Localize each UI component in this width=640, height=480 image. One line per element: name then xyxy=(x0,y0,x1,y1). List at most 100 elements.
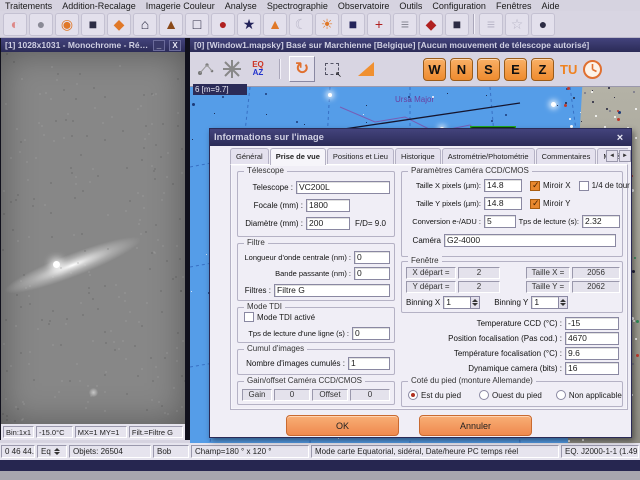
menu-fenetres[interactable]: Fenêtres xyxy=(491,1,537,11)
camera-input[interactable]: G2-4000 xyxy=(444,234,616,247)
main-statusbar: 0 46 44.72" Eq Objets: 26504 Bob Champ=1… xyxy=(0,443,640,460)
zoom-field-icon[interactable] xyxy=(219,56,245,82)
miroir-x-checkbox[interactable] xyxy=(530,181,540,191)
tps-ligne-input[interactable]: 0 xyxy=(352,327,390,340)
histogram-icon[interactable]: ≡ xyxy=(393,13,417,36)
taille-y-input[interactable]: 14.8 xyxy=(484,197,522,210)
sky-map-titlebar[interactable]: [0] [Window1.mapsky] Basé sur Marchienne… xyxy=(190,38,640,52)
universal-time-button[interactable]: TU xyxy=(560,62,577,77)
planet-icon[interactable]: ● xyxy=(211,13,235,36)
screen-icon[interactable]: ■ xyxy=(445,13,469,36)
annuler-button[interactable]: Annuler xyxy=(419,415,532,436)
dialog-titlebar[interactable]: Informations sur l'image × xyxy=(210,129,631,146)
rotate-view-icon[interactable]: ↻ xyxy=(289,56,315,82)
deep-sky-icon[interactable]: ■ xyxy=(341,13,365,36)
save-image-icon[interactable]: ● xyxy=(29,13,53,36)
sun-icon[interactable]: ☀ xyxy=(315,13,339,36)
image-window-title: [1] 1028x1031 - Monochrome - Réels(32... xyxy=(5,40,149,50)
tdi-checkbox[interactable] xyxy=(244,312,254,322)
menu-outils[interactable]: Outils xyxy=(394,1,427,11)
tab-commentaires[interactable]: Commentaires xyxy=(536,148,597,165)
longueur-onde-input[interactable]: 0 xyxy=(354,251,390,264)
temperature-ccd-input[interactable]: -15 xyxy=(565,317,619,330)
image-display-icon[interactable]: ■ xyxy=(81,13,105,36)
south-button[interactable]: S xyxy=(477,58,500,81)
menu-addition-recalage[interactable]: Addition-Recalage xyxy=(57,1,141,11)
select-region-icon[interactable]: ↖ xyxy=(319,56,345,82)
ouest-du-pied-radio[interactable] xyxy=(479,390,489,400)
taille-x-input[interactable]: 14.8 xyxy=(484,179,522,192)
tab-general[interactable]: Général xyxy=(230,148,269,165)
east-button[interactable]: E xyxy=(504,58,527,81)
telescope-group: Télescope Telescope : VC200L Focale (mm)… xyxy=(237,171,395,237)
telescope-input[interactable]: VC200L xyxy=(296,181,390,194)
camera-icon[interactable]: ◆ xyxy=(107,13,131,36)
dynamique-camera-input[interactable]: 16 xyxy=(565,362,619,375)
position-focalisation-input[interactable]: 4670 xyxy=(565,332,619,345)
offset-label-cell: Offset xyxy=(312,389,348,401)
clock-icon[interactable] xyxy=(579,56,605,82)
bande-passante-input[interactable]: 0 xyxy=(354,267,390,280)
map-mode: Mode carte Equatorial, sidéral, Date/heu… xyxy=(311,445,559,458)
mask-icon[interactable]: ◉ xyxy=(55,13,79,36)
ccd-sensor-icon[interactable]: □ xyxy=(185,13,209,36)
filter-wheel-icon[interactable]: ◆ xyxy=(419,13,443,36)
binning-y-spin-arrows[interactable] xyxy=(559,296,568,309)
north-button[interactable]: N xyxy=(450,58,473,81)
miroir-y-checkbox[interactable] xyxy=(530,199,540,209)
diametre-input[interactable]: 200 xyxy=(306,217,350,230)
binning-x-spin-arrows[interactable] xyxy=(471,296,480,309)
observatory-dome-icon[interactable]: ⌂ xyxy=(133,13,157,36)
menu-bar: Traitements Addition-Recalage Imagerie C… xyxy=(0,0,640,11)
non-applicable-radio[interactable] xyxy=(556,390,566,400)
star-field-icon[interactable] xyxy=(193,56,219,82)
measure-angle-icon[interactable] xyxy=(353,56,379,82)
open-image-icon[interactable]: ◐ xyxy=(3,13,27,36)
image-view[interactable] xyxy=(1,52,185,424)
menu-analyse[interactable]: Analyse xyxy=(220,1,262,11)
eq-spin-arrows[interactable] xyxy=(53,446,62,457)
binning-y-stepper[interactable]: 1 xyxy=(531,296,568,309)
close-button[interactable]: X xyxy=(169,40,181,51)
menu-configuration[interactable]: Configuration xyxy=(427,1,491,11)
telescope-icon[interactable]: ▲ xyxy=(159,13,183,36)
epoch-info: EQ. J2000-1-1 (1.49s) xyxy=(561,445,639,458)
menu-observatoire[interactable]: Observatoire xyxy=(333,1,395,11)
tools-icon[interactable]: + xyxy=(367,13,391,36)
quart-de-tour-checkbox[interactable] xyxy=(579,181,589,191)
tab-historique[interactable]: Historique xyxy=(395,148,441,165)
west-button[interactable]: W xyxy=(423,58,446,81)
pointing-cone-icon[interactable]: ▲ xyxy=(263,13,287,36)
est-du-pied-radio[interactable] xyxy=(408,390,418,400)
tab-prise-de-vue[interactable]: Prise de vue xyxy=(270,148,326,165)
tab-astrometrie-photometrie[interactable]: Astrométrie/Photométrie xyxy=(442,148,535,165)
eq-az-toggle-icon[interactable]: EQAZ xyxy=(245,56,271,82)
zenith-button[interactable]: Z xyxy=(531,58,554,81)
ccd-temp-status: -15.0°C xyxy=(36,426,73,438)
menu-aide[interactable]: Aide xyxy=(536,1,564,11)
minimize-button[interactable]: _ xyxy=(153,40,165,51)
tab-scroll-right-icon[interactable]: ► xyxy=(619,150,631,162)
nombre-images-input[interactable]: 1 xyxy=(348,357,390,370)
menu-spectrographie[interactable]: Spectrographie xyxy=(262,1,333,11)
dialog-close-icon[interactable]: × xyxy=(613,132,627,144)
y-depart-value-cell: 2 xyxy=(458,281,500,293)
tab-scroll-left-icon[interactable]: ◄ xyxy=(606,150,618,162)
eq-mode-stepper[interactable]: Eq xyxy=(37,445,67,458)
conversion-adu-input[interactable]: 5 xyxy=(484,215,516,228)
nebula-icon[interactable]: ☾ xyxy=(289,13,313,36)
binning-x-stepper[interactable]: 1 xyxy=(443,296,480,309)
star-chart-icon[interactable]: ★ xyxy=(237,13,261,36)
user-profile-icon[interactable]: ● xyxy=(531,13,555,36)
guide-star-icon[interactable]: ☆ xyxy=(505,13,529,36)
tab-positions-et-lieu[interactable]: Positions et Lieu xyxy=(327,148,394,165)
ok-button[interactable]: OK xyxy=(286,415,399,436)
tps-lecture-input[interactable]: 2.32 xyxy=(582,215,620,228)
list-icon[interactable]: ≡ xyxy=(479,13,503,36)
focale-input[interactable]: 1800 xyxy=(306,199,350,212)
menu-traitements[interactable]: Traitements xyxy=(0,1,57,11)
image-window-titlebar[interactable]: [1] 1028x1031 - Monochrome - Réels(32...… xyxy=(1,38,185,52)
filtres-input[interactable]: Filtre G xyxy=(274,284,390,297)
temperature-focalisation-input[interactable]: 9.6 xyxy=(565,347,619,360)
menu-imagerie-couleur[interactable]: Imagerie Couleur xyxy=(141,1,220,11)
